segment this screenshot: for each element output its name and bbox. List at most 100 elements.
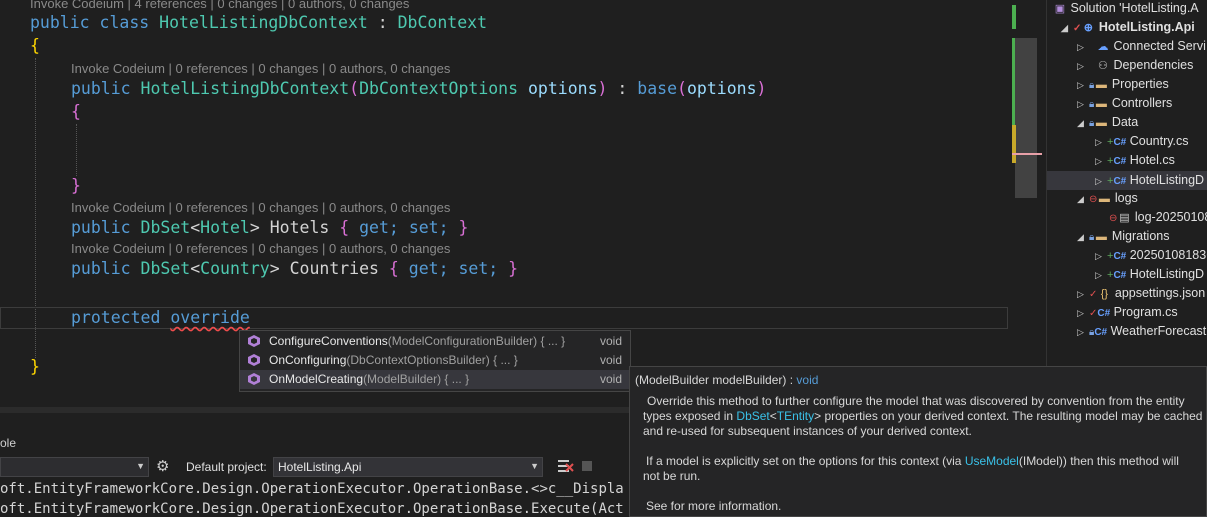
code-line-hotels: public DbSet<Hotel> Hotels { get; set; }: [71, 218, 469, 237]
completion-name: OnConfiguring: [269, 353, 347, 367]
tooltip-line: If a model is explicitly set on the opti…: [646, 454, 1179, 468]
tooltip-link-dbset[interactable]: DbSet: [736, 409, 769, 423]
code-line-current[interactable]: protected override: [71, 308, 250, 327]
countries-dbset: DbSet: [140, 259, 191, 278]
project-icon: ⊕: [1083, 22, 1093, 34]
collapsed-arrow-icon: ▷: [1077, 80, 1084, 90]
tooltip-line: Override this method to further configur…: [647, 394, 1185, 408]
tooltip-line: See for more information.: [646, 499, 782, 513]
countries-generic: Country: [200, 259, 270, 278]
scroll-thumb[interactable]: [1015, 38, 1037, 198]
console-output-line: oft.EntityFrameworkCore.Design.Operation…: [0, 501, 624, 517]
tree-item-connected-services[interactable]: ▷ ☁ Connected Servi: [1077, 37, 1206, 56]
folder-icon: ▬: [1095, 79, 1107, 91]
countries-get: get;: [408, 259, 449, 278]
tree-label: HotelListing.Api: [1098, 20, 1195, 34]
collapsed-arrow-icon: ▷: [1077, 327, 1084, 337]
tree-item-log-file[interactable]: ⊖ ▤ log-20250108: [1109, 208, 1207, 227]
tooltip-signature-type: void: [796, 373, 819, 387]
codelens-class[interactable]: Invoke Codeium | 4 references | 0 change…: [30, 0, 409, 11]
connected-services-icon: ☁: [1097, 41, 1109, 53]
default-project-value: HotelListing.Api: [278, 460, 362, 474]
hotels-name: Hotels: [269, 218, 330, 237]
csharp-file-icon: C#: [1113, 156, 1127, 167]
collapsed-arrow-icon: ▷: [1077, 99, 1084, 109]
editor-scrollbar[interactable]: [1012, 0, 1042, 407]
excluded-icon: ⊖: [1089, 194, 1098, 205]
completion-item[interactable]: OnConfiguring(DbContextOptionsBuilder) {…: [240, 351, 630, 370]
code-line-countries: public DbSet<Country> Countries { get; s…: [71, 259, 519, 278]
tree-label: 202501081836: [1129, 248, 1207, 262]
tooltip-link-usemodel[interactable]: UseModel: [965, 454, 1019, 468]
tree-item-country[interactable]: ▷ +C# Country.cs: [1095, 132, 1189, 151]
tree-item-migration-1[interactable]: ▷ +C# 202501081836: [1095, 246, 1207, 265]
tree-item-properties[interactable]: ▷ 🔒︎ ▬ Properties: [1077, 75, 1169, 94]
default-project-label: Default project:: [186, 460, 267, 474]
quick-info-tooltip: (ModelBuilder modelBuilder) : void Overr…: [629, 366, 1207, 517]
package-source-dropdown[interactable]: ▼: [0, 457, 149, 477]
caret-marker: [1012, 153, 1042, 155]
base-type: DbContext: [397, 13, 487, 32]
check-icon: ✓: [1073, 23, 1082, 34]
change-bar: [1012, 5, 1016, 29]
tree-item-project[interactable]: ◢ ✓ ⊕ HotelListing.Api: [1061, 18, 1195, 37]
tree-item-migration-snapshot[interactable]: ▷ +C# HotelListingD: [1095, 265, 1204, 284]
csharp-file-icon: C#: [1113, 270, 1127, 281]
ctor-public: public: [71, 79, 131, 98]
hotels-get: get;: [359, 218, 399, 237]
completion-name: ConfigureConventions: [269, 334, 388, 348]
countries-set: set;: [458, 259, 499, 278]
csharp-file-icon: C#: [1113, 176, 1127, 187]
tree-item-program[interactable]: ▷ ✓C# Program.cs: [1077, 303, 1178, 322]
codelens-ctor[interactable]: Invoke Codeium | 0 references | 0 change…: [71, 61, 450, 76]
tooltip-line: and re-used for subsequent instances of …: [643, 424, 972, 438]
collapsed-arrow-icon: ▷: [1095, 156, 1102, 166]
countries-name: Countries: [289, 259, 379, 278]
completion-item[interactable]: ConfigureConventions(ModelConfigurationB…: [240, 332, 630, 351]
tree-item-dependencies[interactable]: ▷ ⚇ Dependencies: [1077, 56, 1193, 75]
tooltip-text: (IModel): [1018, 454, 1063, 468]
code-line-ctor: public HotelListingDbContext(DbContextOp…: [71, 79, 767, 98]
tree-label: Data: [1111, 115, 1139, 129]
tree-label: Solution 'HotelListing.A: [1070, 1, 1199, 15]
tree-item-hotel[interactable]: ▷ +C# Hotel.cs: [1095, 151, 1175, 170]
countries-public: public: [71, 259, 131, 278]
csharp-file-icon: C#: [1113, 251, 1127, 262]
tree-label: logs: [1114, 191, 1138, 205]
gear-icon[interactable]: ⚙: [156, 457, 169, 475]
completion-item-selected[interactable]: OnModelCreating(ModelBuilder) { ... } vo…: [240, 370, 630, 389]
tooltip-signature: (ModelBuilder modelBuilder) : void: [635, 373, 818, 387]
default-project-dropdown[interactable]: HotelListing.Api ▼: [273, 457, 543, 477]
tooltip-text: properties on your derived context. The …: [821, 409, 1203, 423]
tooltip-line: not be run.: [643, 469, 701, 483]
tree-item-weatherforecast[interactable]: ▷ 🔒︎C# WeatherForecast: [1077, 322, 1206, 341]
completion-return-type: void: [599, 334, 622, 348]
class-name: HotelListingDbContext: [159, 13, 368, 32]
chevron-down-icon: ▼: [530, 461, 539, 471]
expanded-arrow-icon: ◢: [1077, 118, 1084, 128]
tree-item-appsettings[interactable]: ▷ ✓{} appsettings.json: [1077, 284, 1205, 303]
ctor-name: HotelListingDbContext: [140, 79, 350, 98]
hotels-public: public: [71, 218, 131, 237]
clear-console-icon[interactable]: [556, 458, 574, 474]
tree-item-dbcontext[interactable]: ▷ +C# HotelListingD: [1095, 171, 1204, 190]
expanded-arrow-icon: ◢: [1077, 232, 1084, 242]
collapsed-arrow-icon: ▷: [1077, 61, 1084, 71]
stop-icon[interactable]: [582, 461, 592, 471]
tooltip-text: <: [769, 409, 777, 423]
codelens-countries[interactable]: Invoke Codeium | 0 references | 0 change…: [71, 241, 450, 256]
tree-item-controllers[interactable]: ▷ 🔒︎ ▬ Controllers: [1077, 94, 1172, 113]
tree-label: Dependencies: [1113, 58, 1194, 72]
solution-icon: ▣: [1054, 3, 1066, 15]
tree-item-logs[interactable]: ◢ ⊖ ▬ logs: [1077, 189, 1138, 208]
tree-item-migrations[interactable]: ◢ 🔒︎ ▬ Migrations: [1077, 227, 1169, 246]
tree-label: Migrations: [1111, 229, 1170, 243]
class-keyword: public class: [30, 13, 150, 32]
expanded-arrow-icon: ◢: [1061, 23, 1068, 33]
tree-item-solution[interactable]: ▣ Solution 'HotelListing.A: [1053, 0, 1199, 18]
completion-signature: (ModelBuilder) { ... }: [363, 372, 470, 386]
class-open-brace: {: [30, 36, 40, 55]
tree-item-data[interactable]: ◢ 🔒︎ ▬ Data: [1077, 113, 1138, 132]
tree-label: appsettings.json: [1114, 286, 1206, 300]
codelens-hotels[interactable]: Invoke Codeium | 0 references | 0 change…: [71, 200, 450, 215]
